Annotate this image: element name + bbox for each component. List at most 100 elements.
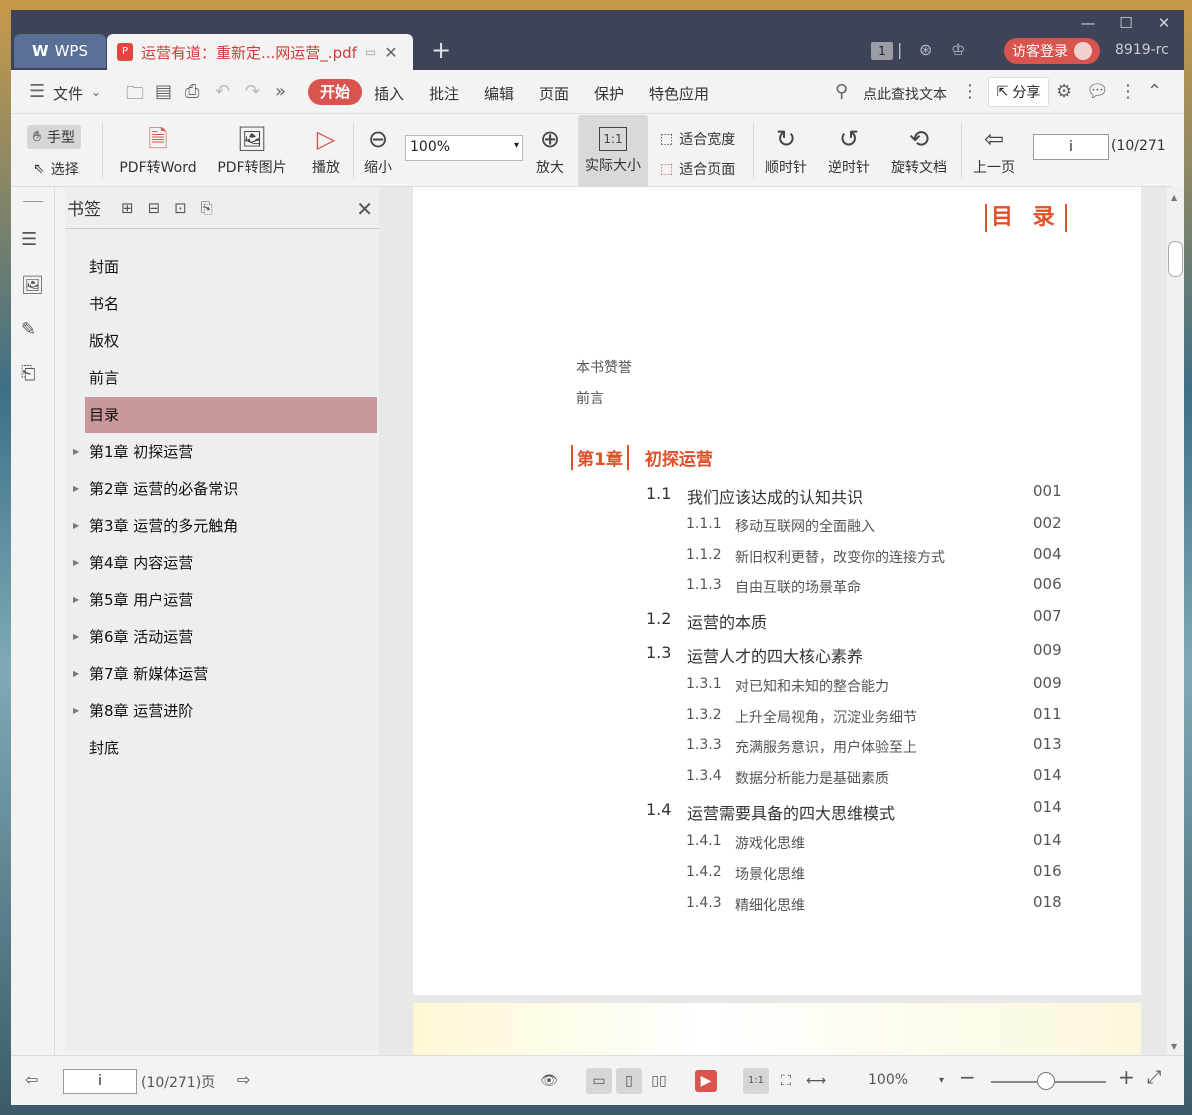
tab-wps-home[interactable]: W WPS xyxy=(14,34,106,68)
expand-caret-icon[interactable]: ▶ xyxy=(73,582,79,618)
menu-page[interactable]: 页面 xyxy=(539,83,569,104)
expand-all-icon[interactable]: ⊞ xyxy=(121,199,134,217)
continuous-view-icon[interactable]: ▭ xyxy=(586,1068,612,1094)
zoom-slider-handle[interactable] xyxy=(1037,1072,1055,1090)
expand-caret-icon[interactable]: ▶ xyxy=(73,471,79,507)
hand-tool-button[interactable]: ✋︎ 手型 xyxy=(27,125,81,149)
thumbnail-icon[interactable]: 🖼︎ xyxy=(21,275,44,296)
fit-page-button[interactable]: ⬚ 适合页面 xyxy=(660,159,735,179)
redo-icon[interactable]: ↷ xyxy=(245,81,260,102)
zoom-in-icon[interactable]: + xyxy=(1118,1065,1135,1089)
attachment-icon[interactable]: ⎗ xyxy=(21,363,35,384)
dual-page-view-icon[interactable]: ▯▯ xyxy=(646,1068,672,1094)
bookmark-item[interactable]: 封面 xyxy=(85,249,377,285)
scroll-thumb[interactable] xyxy=(1168,241,1183,277)
kebab-icon[interactable]: ⋮ xyxy=(961,81,979,102)
expand-caret-icon[interactable]: ▶ xyxy=(73,434,79,470)
zoom-out-button[interactable]: ⊖ 缩小 xyxy=(361,115,395,187)
bookmark-item[interactable]: ▶ 第6章 活动运营 xyxy=(73,619,377,655)
scroll-down-icon[interactable]: ▼ xyxy=(1171,1042,1177,1051)
bookmark-item[interactable]: 封底 xyxy=(85,730,377,766)
chapter-heading[interactable]: 第1章 初探运营 xyxy=(571,445,713,470)
fit-page-icon[interactable]: ⛶ xyxy=(773,1068,799,1094)
bookmark-item[interactable]: 版权 xyxy=(85,323,377,359)
collapse-all-icon[interactable]: ⊟ xyxy=(148,199,161,217)
eye-protection-icon[interactable]: 👁︎ xyxy=(536,1068,562,1094)
expand-caret-icon[interactable]: ▶ xyxy=(73,508,79,544)
tab-document[interactable]: P 运营有道：重新定...网运营_.pdf ▭ ✕ xyxy=(107,34,413,70)
bookmark-item[interactable]: ▶ 第7章 新媒体运营 xyxy=(73,656,377,692)
rotate-clockwise-button[interactable]: ↻ 顺时针 xyxy=(761,115,811,187)
pdf-to-image-button[interactable]: 🖼︎ PDF转图片 xyxy=(214,115,290,187)
menu-protect[interactable]: 保护 xyxy=(594,83,624,104)
undo-icon[interactable]: ↶ xyxy=(215,81,230,102)
gear-icon[interactable]: ⚙ xyxy=(1056,81,1072,102)
more-vertical-icon[interactable]: ⋮ xyxy=(1119,81,1137,102)
new-tab-button[interactable]: + xyxy=(431,38,451,62)
bookmark-item[interactable]: ▶ 第1章 初探运营 xyxy=(73,434,377,470)
bookmark-item[interactable]: 书名 xyxy=(85,286,377,322)
rotate-document-button[interactable]: ⟲ 旋转文档 xyxy=(887,115,951,187)
add-bookmark-icon[interactable]: ⊡ xyxy=(174,199,187,217)
bookmark-item[interactable]: ▶ 第5章 用户运营 xyxy=(73,582,377,618)
menu-special[interactable]: 特色应用 xyxy=(649,83,709,104)
bookmark-list-icon[interactable]: ☰ xyxy=(21,229,37,250)
search-icon[interactable]: ⚲ xyxy=(835,81,848,102)
front-matter-item[interactable]: 本书赞誉 xyxy=(576,357,632,377)
menu-file[interactable]: 文件 xyxy=(53,83,83,104)
menu-insert[interactable]: 插入 xyxy=(374,83,404,104)
status-page-input[interactable]: i xyxy=(63,1069,137,1094)
search-text-button[interactable]: 点此查找文本 xyxy=(863,84,947,104)
share-button[interactable]: ⇱ 分享 xyxy=(988,77,1049,107)
play-button[interactable]: ▷ 播放 xyxy=(307,115,345,187)
close-window-button[interactable]: ✕ xyxy=(1151,12,1177,34)
cloud-icon[interactable]: ⊛ xyxy=(919,40,932,59)
login-button[interactable]: 访客登录 xyxy=(1004,38,1100,64)
status-zoom-value[interactable]: 100% xyxy=(868,1072,908,1088)
vertical-scrollbar[interactable]: ▲ ▼ xyxy=(1167,187,1184,1055)
bookmark-item[interactable]: ▶ 第8章 运营进阶 xyxy=(73,693,377,729)
window-count-badge[interactable]: 1 xyxy=(871,42,893,60)
annotation-icon[interactable]: ✎ xyxy=(21,319,36,340)
expand-caret-icon[interactable]: ▶ xyxy=(73,619,79,655)
menu-start[interactable]: 开始 xyxy=(308,79,362,105)
front-matter-item[interactable]: 前言 xyxy=(576,388,604,408)
open-folder-icon[interactable]: 🗀 xyxy=(126,81,144,111)
save-icon[interactable]: ▤ xyxy=(155,81,172,102)
actual-size-icon[interactable]: 1:1 xyxy=(743,1068,769,1094)
chevron-down-icon[interactable]: ⌄ xyxy=(91,85,101,99)
monitor-icon[interactable]: ▭ xyxy=(365,45,376,59)
actual-size-button[interactable]: 1:1 实际大小 xyxy=(578,115,648,187)
prev-page-icon[interactable]: ⇦ xyxy=(25,1070,38,1089)
document-view[interactable]: 目 录 本书赞誉 前言 第1章 初探运营 1.1 我们应该达成的认知共识 001 1.… xyxy=(379,187,1167,1055)
minimize-button[interactable]: — xyxy=(1075,12,1101,34)
hamburger-icon[interactable]: ☰ xyxy=(29,81,45,102)
bookmark-item[interactable]: ▶ 第3章 运营的多元触角 xyxy=(73,508,377,544)
expand-caret-icon[interactable]: ▶ xyxy=(73,545,79,581)
select-tool-button[interactable]: ⇖ 选择 xyxy=(33,159,79,179)
bookmark-item[interactable]: 目录 xyxy=(85,397,377,433)
pdf-to-word-button[interactable]: 🗎︎ PDF转Word xyxy=(114,115,202,187)
menu-annotate[interactable]: 批注 xyxy=(429,83,459,104)
collapse-ribbon-icon[interactable]: ⌃ xyxy=(1147,81,1162,102)
bookmark-item[interactable]: ▶ 第2章 运营的必备常识 xyxy=(73,471,377,507)
menu-edit[interactable]: 编辑 xyxy=(484,83,514,104)
bookmark-item[interactable]: 前言 xyxy=(85,360,377,396)
skin-icon[interactable]: ♔ xyxy=(951,40,965,59)
close-panel-icon[interactable]: ✕ xyxy=(356,197,373,221)
maximize-button[interactable]: ☐ xyxy=(1113,12,1139,34)
bookmark-options-icon[interactable]: ⎘ xyxy=(201,199,213,217)
single-page-view-icon[interactable]: ▯ xyxy=(616,1068,642,1094)
scroll-up-icon[interactable]: ▲ xyxy=(1171,193,1177,202)
expand-caret-icon[interactable]: ▶ xyxy=(73,656,79,692)
page-number-input[interactable]: i xyxy=(1033,134,1109,160)
fullscreen-icon[interactable]: ⤢ xyxy=(1147,1067,1161,1088)
expand-caret-icon[interactable]: ▶ xyxy=(73,693,79,729)
play-icon[interactable]: ▶ xyxy=(695,1070,717,1092)
fit-width-button[interactable]: ⬚ 适合宽度 xyxy=(660,129,735,149)
chevron-down-icon[interactable]: ▾ xyxy=(939,1075,944,1086)
zoom-out-icon[interactable]: − xyxy=(959,1065,976,1089)
fit-width-icon[interactable]: ⟷ xyxy=(803,1068,829,1094)
bookmark-item[interactable]: ▶ 第4章 内容运营 xyxy=(73,545,377,581)
print-icon[interactable]: ⎙ xyxy=(185,81,199,102)
